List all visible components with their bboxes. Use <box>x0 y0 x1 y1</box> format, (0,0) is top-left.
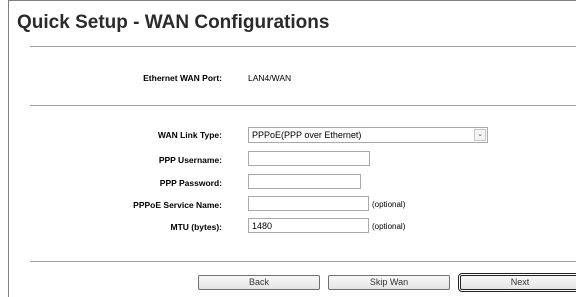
skip-wan-button[interactable]: Skip Wan <box>328 275 450 290</box>
ppp-password-label: PPP Password: <box>159 178 222 188</box>
mtu-optional-note: (optional) <box>372 222 406 231</box>
service-name-optional-note: (optional) <box>372 200 406 209</box>
back-button[interactable]: Back <box>198 275 320 290</box>
wan-link-type-select[interactable]: PPPoE(PPP over Ethernet) ⌄ <box>248 127 488 143</box>
chevron-down-icon[interactable]: ⌄ <box>474 129 486 141</box>
pppoe-service-name-label: PPPoE Service Name: <box>133 200 222 210</box>
ppp-password-input[interactable] <box>248 174 361 189</box>
page-title: Quick Setup - WAN Configurations <box>17 12 330 33</box>
wan-link-type-label: WAN Link Type: <box>157 130 222 140</box>
mtu-input[interactable] <box>248 218 369 233</box>
pppoe-service-name-input[interactable] <box>248 196 369 211</box>
next-button[interactable]: Next <box>458 273 576 292</box>
divider-middle <box>30 105 576 106</box>
divider-bottom <box>30 261 576 262</box>
ppp-username-input[interactable] <box>248 151 370 166</box>
divider-top <box>30 46 576 47</box>
ethernet-wan-port-label: Ethernet WAN Port: <box>143 73 222 83</box>
wan-link-type-value: PPPoE(PPP over Ethernet) <box>252 130 362 140</box>
mtu-label: MTU (bytes): <box>170 222 222 232</box>
ethernet-wan-port-value: LAN4/WAN <box>248 73 292 83</box>
ppp-username-label: PPP Username: <box>158 155 222 165</box>
content-frame <box>8 0 576 297</box>
